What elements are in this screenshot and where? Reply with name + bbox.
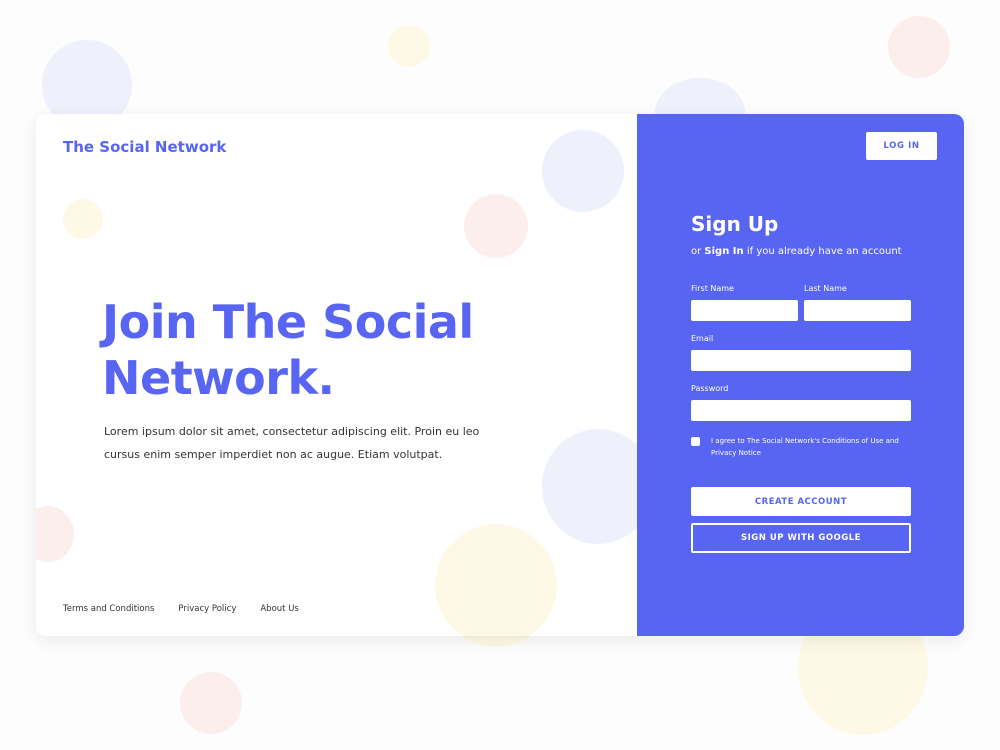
first-name-label: First Name — [691, 284, 734, 293]
speech-bubble-icon — [180, 672, 242, 734]
footer-link-terms[interactable]: Terms and Conditions — [63, 604, 154, 614]
subtitle-suffix: if you already have an account — [746, 246, 902, 257]
speech-bubble-icon — [888, 16, 950, 78]
speech-bubble-icon — [36, 506, 74, 562]
page: The Social Network Join The Social Netwo… — [0, 0, 1000, 750]
footer-link-about[interactable]: About Us — [260, 604, 298, 614]
agree-label: I agree to The Social Network's Conditio… — [711, 437, 899, 457]
signup-card: The Social Network Join The Social Netwo… — [36, 114, 964, 636]
hero-title: Join The Social Network. — [102, 295, 474, 405]
hero-description: Lorem ipsum dolor sit amet, consectetur … — [104, 425, 480, 461]
speech-bubble-icon — [464, 194, 528, 258]
email-label: Email — [691, 334, 714, 343]
subtitle-prefix: or — [691, 246, 702, 257]
signup-title: Sign Up — [691, 212, 779, 236]
intro-panel: The Social Network Join The Social Netwo… — [36, 114, 654, 636]
last-name-label: Last Name — [804, 284, 847, 293]
signup-subtitle: or Sign In if you already have an accoun… — [691, 246, 902, 257]
speech-bubble-icon — [388, 25, 430, 67]
email-input[interactable] — [691, 350, 911, 371]
last-name-input[interactable] — [804, 300, 911, 321]
signup-panel: LOG IN Sign Up or Sign In if you already… — [637, 114, 964, 636]
agree-checkbox[interactable] — [691, 437, 700, 446]
google-signup-button[interactable]: SIGN UP WITH GOOGLE — [691, 523, 911, 553]
speech-bubble-icon — [63, 199, 103, 239]
speech-bubble-icon — [542, 130, 624, 212]
sign-in-link[interactable]: Sign In — [704, 246, 743, 257]
password-label: Password — [691, 384, 729, 393]
password-input[interactable] — [691, 400, 911, 421]
speech-bubble-icon — [435, 524, 557, 636]
footer-links: Terms and Conditions Privacy Policy Abou… — [63, 604, 299, 614]
login-button[interactable]: LOG IN — [866, 132, 937, 160]
footer-link-privacy[interactable]: Privacy Policy — [178, 604, 236, 614]
create-account-button[interactable]: CREATE ACCOUNT — [691, 487, 911, 516]
first-name-input[interactable] — [691, 300, 798, 321]
brand-logo[interactable]: The Social Network — [63, 138, 226, 156]
